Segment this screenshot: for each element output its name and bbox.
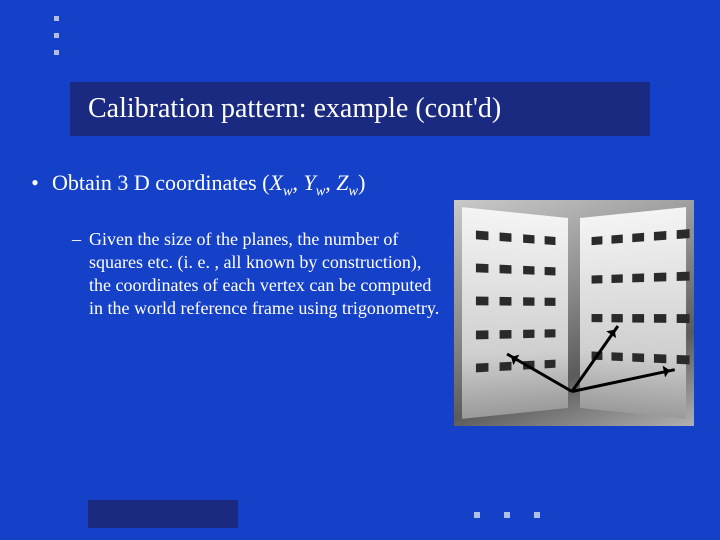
bullet-level1: • Obtain 3 D coordinates (Xw, Yw, Zw) [28,170,692,200]
square-grid [476,231,556,387]
bullet-level2: – Given the size of the planes, the numb… [72,228,442,320]
dot [534,512,540,518]
sub-bullet-marker: – [72,228,81,320]
dot [54,33,59,38]
dot [54,50,59,55]
dot [474,512,480,518]
decorative-dots-bottom [474,512,540,518]
bullet-text: Obtain 3 D coordinates (Xw, Yw, Zw) [52,170,365,200]
bullet-marker: • [28,170,42,196]
decorative-dots-top [54,16,59,67]
dot [504,512,510,518]
accent-bar [88,500,238,528]
slide-title: Calibration pattern: example (cont'd) [70,82,650,136]
dot [54,16,59,21]
square-grid [592,231,672,387]
sub-bullet-text: Given the size of the planes, the number… [89,228,442,320]
calibration-plane-left [462,207,568,419]
calibration-pattern-image [454,200,694,426]
slide-title-text: Calibration pattern: example (cont'd) [88,93,501,125]
